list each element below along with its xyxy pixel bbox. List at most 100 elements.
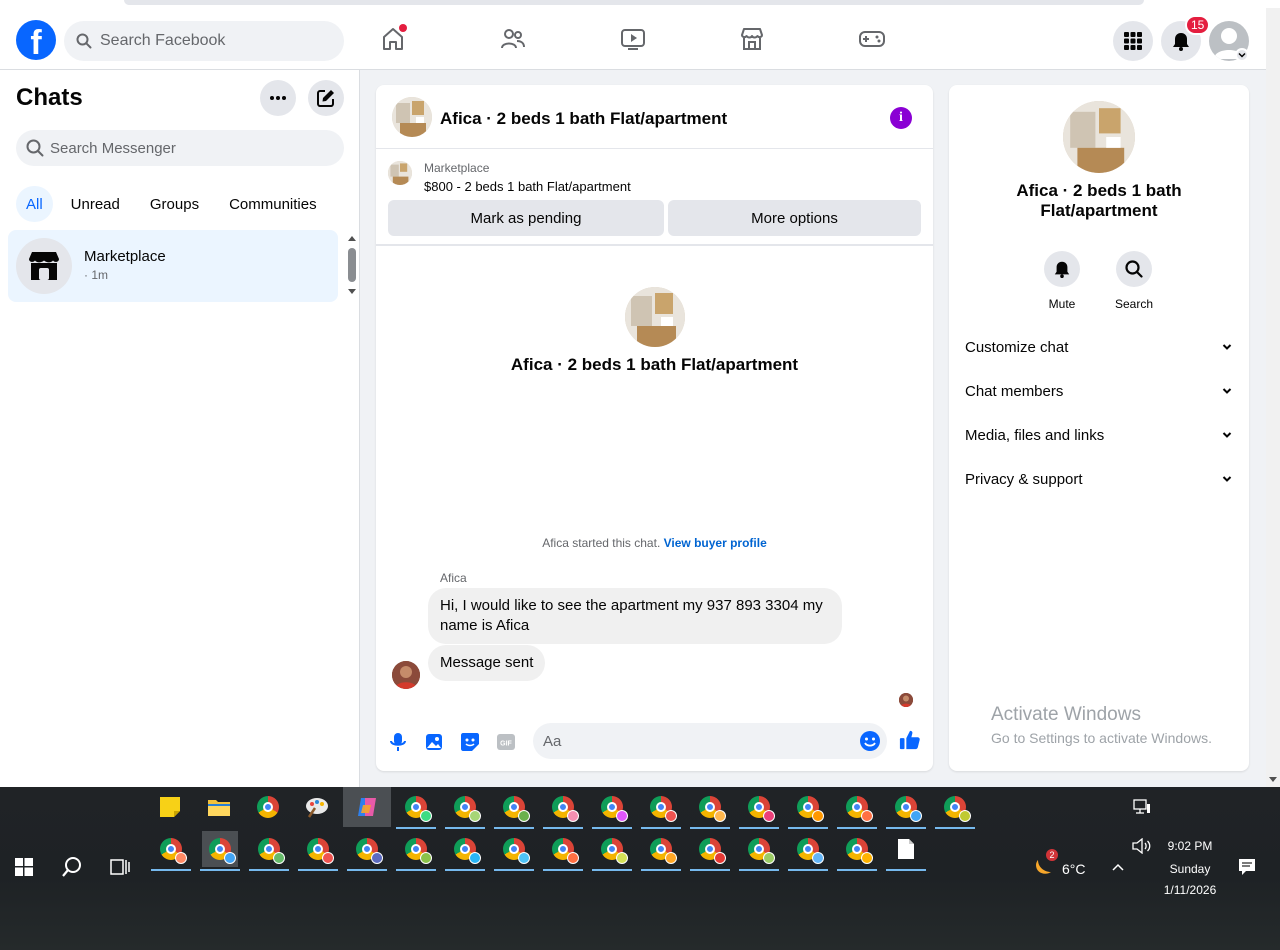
- facebook-search-input[interactable]: [100, 32, 320, 50]
- scroll-down-arrow-icon[interactable]: [1266, 775, 1280, 785]
- filter-all[interactable]: All: [16, 186, 53, 222]
- taskbar-search-button[interactable]: [54, 849, 90, 885]
- info-icon[interactable]: i: [890, 107, 912, 129]
- taskbar-chrome-profile[interactable]: [249, 831, 289, 871]
- more-options-button[interactable]: More options: [668, 200, 921, 236]
- listing-summary[interactable]: $800 - 2 beds 1 bath Flat/apartment: [424, 179, 631, 194]
- filter-communities[interactable]: Communities: [217, 186, 329, 222]
- send-like-button[interactable]: [899, 729, 921, 751]
- start-button[interactable]: [6, 849, 42, 885]
- messenger-search-box[interactable]: [16, 130, 344, 166]
- emoji-icon[interactable]: [859, 730, 881, 752]
- taskbar-chrome-profile[interactable]: [641, 789, 681, 829]
- gif-button[interactable]: GIF: [495, 731, 517, 753]
- message-input[interactable]: [543, 732, 843, 750]
- voice-clip-button[interactable]: [387, 731, 409, 753]
- section-media-files-links[interactable]: Media, files and links: [965, 425, 1233, 445]
- section-customize-chat[interactable]: Customize chat: [965, 337, 1233, 357]
- chevron-down-icon: [1238, 52, 1246, 58]
- sticker-button[interactable]: [459, 731, 481, 753]
- info-panel-avatar[interactable]: [1063, 101, 1135, 173]
- taskbar-chrome-profile[interactable]: [690, 831, 730, 871]
- taskbar-chrome-profile[interactable]: [788, 789, 828, 829]
- folder-icon: [208, 800, 230, 816]
- taskbar-chrome-profile[interactable]: [347, 831, 387, 871]
- view-buyer-profile-link[interactable]: View buyer profile: [664, 536, 767, 550]
- search-in-chat-button[interactable]: [1116, 251, 1152, 287]
- taskbar-chrome-profile[interactable]: [543, 789, 583, 829]
- taskbar-chrome-profile[interactable]: [396, 831, 436, 871]
- mark-as-pending-button[interactable]: Mark as pending: [388, 200, 664, 236]
- facebook-search-box[interactable]: [64, 21, 344, 61]
- listing-thumbnail[interactable]: [392, 97, 432, 137]
- menu-button[interactable]: [1113, 21, 1153, 61]
- conversation-avatar[interactable]: [625, 287, 685, 347]
- taskbar-chrome-profile[interactable]: [543, 831, 583, 871]
- taskbar-chrome-profile[interactable]: [788, 831, 828, 871]
- clock-day[interactable]: Sunday: [1150, 862, 1230, 876]
- filter-unread[interactable]: Unread: [59, 186, 132, 222]
- scroll-down-arrow-icon[interactable]: [346, 288, 358, 296]
- taskbar-chrome-profile[interactable]: [641, 831, 681, 871]
- sender-avatar[interactable]: [392, 661, 420, 689]
- window-scrollbar[interactable]: [1266, 8, 1280, 787]
- mute-action[interactable]: Mute: [1032, 251, 1092, 311]
- search-action[interactable]: Search: [1104, 251, 1164, 311]
- show-hidden-icons-button[interactable]: [1100, 849, 1136, 885]
- listing-small-thumbnail[interactable]: [388, 161, 412, 185]
- task-view-button[interactable]: [102, 849, 138, 885]
- chat-item-marketplace[interactable]: Marketplace · 1m: [8, 230, 338, 302]
- taskbar-chrome-profile[interactable]: [151, 831, 191, 871]
- conversation-title[interactable]: Afica · 2 beds 1 bath Flat/apartment: [440, 109, 727, 129]
- clock-date[interactable]: 1/11/2026: [1150, 883, 1230, 897]
- taskbar-chrome-profile[interactable]: [445, 789, 485, 829]
- new-message-button[interactable]: [308, 80, 344, 116]
- scroll-up-arrow-icon[interactable]: [346, 234, 358, 242]
- taskbar-chrome-profile[interactable]: [298, 831, 338, 871]
- taskbar-sticky-notes[interactable]: [152, 789, 188, 825]
- clock-time[interactable]: 9:02 PM: [1150, 839, 1230, 853]
- account-menu-caret[interactable]: [1235, 48, 1249, 62]
- nav-friends[interactable]: [496, 22, 530, 56]
- taskbar-chrome-profile[interactable]: [592, 831, 632, 871]
- taskbar-document[interactable]: [886, 831, 926, 871]
- action-center-button[interactable]: [1229, 849, 1265, 885]
- taskbar-chrome[interactable]: [250, 789, 286, 825]
- taskbar-chrome-profile[interactable]: [739, 789, 779, 829]
- attach-photo-button[interactable]: [423, 731, 445, 753]
- section-privacy-support[interactable]: Privacy & support: [965, 469, 1233, 489]
- taskbar-chrome-profile[interactable]: [739, 831, 779, 871]
- taskbar-copilot[interactable]: [343, 787, 391, 827]
- chats-options-button[interactable]: [260, 80, 296, 116]
- taskbar-chrome-profile[interactable]: [886, 789, 926, 829]
- taskbar-chrome-profile[interactable]: [690, 789, 730, 829]
- taskbar-chrome-profile[interactable]: [592, 789, 632, 829]
- network-icon[interactable]: [1124, 789, 1160, 825]
- taskbar-chrome-profile[interactable]: [396, 789, 436, 829]
- taskbar-chrome-profile[interactable]: [935, 789, 975, 829]
- facebook-logo[interactable]: f: [16, 20, 56, 60]
- nav-marketplace[interactable]: [735, 22, 769, 56]
- taskbar-chrome-profile-active[interactable]: [200, 831, 240, 871]
- mute-button[interactable]: [1044, 251, 1080, 287]
- chat-list-scroll-thumb[interactable]: [348, 248, 356, 282]
- message-bubble[interactable]: Message sent: [428, 645, 546, 681]
- notifications-button[interactable]: 15: [1161, 15, 1211, 61]
- taskbar-chrome-profile[interactable]: [445, 831, 485, 871]
- taskbar-chrome-profile[interactable]: [494, 789, 534, 829]
- message-input-box[interactable]: [533, 723, 887, 759]
- nav-video[interactable]: [616, 22, 650, 56]
- taskbar-paint[interactable]: [299, 789, 335, 825]
- taskbar-chrome-profile[interactable]: [837, 789, 877, 829]
- taskbar-chrome-profile[interactable]: [494, 831, 534, 871]
- nav-home[interactable]: [376, 22, 410, 56]
- taskbar-chrome-profile[interactable]: [837, 831, 877, 871]
- taskbar-file-explorer[interactable]: [201, 789, 237, 825]
- nav-gaming[interactable]: [855, 22, 889, 56]
- filter-groups[interactable]: Groups: [138, 186, 211, 222]
- messenger-search-input[interactable]: [50, 139, 330, 157]
- message-bubble[interactable]: Hi, I would like to see the apartment my…: [428, 588, 842, 644]
- section-chat-members[interactable]: Chat members: [965, 381, 1233, 401]
- weather-widget[interactable]: 2: [1026, 849, 1062, 885]
- chat-list-scrollbar[interactable]: [346, 234, 358, 298]
